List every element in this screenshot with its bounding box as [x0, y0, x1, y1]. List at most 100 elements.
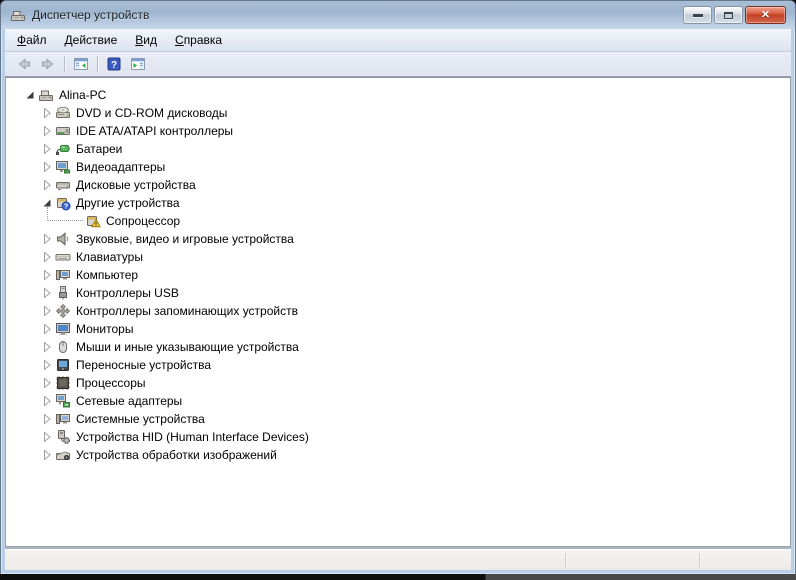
collapsed-expander-icon[interactable] — [39, 285, 55, 301]
toolbar-help-button[interactable]: ? — [102, 53, 126, 75]
collapsed-expander-icon[interactable] — [39, 159, 55, 175]
tree-item-label: Видеоадаптеры — [76, 160, 166, 174]
portable-device-icon — [55, 357, 71, 373]
back-icon — [16, 56, 32, 72]
collapsed-expander-icon[interactable] — [39, 447, 55, 463]
window-title: Диспетчер устройств — [32, 8, 150, 22]
processor-icon — [55, 375, 71, 391]
mouse-icon — [55, 339, 71, 355]
tree-item-network-adapters[interactable]: Сетевые адаптеры — [6, 392, 790, 410]
collapsed-expander-icon[interactable] — [39, 267, 55, 283]
toolbar-separator — [64, 56, 65, 72]
tree-item-keyboards[interactable]: Клавиатуры — [6, 248, 790, 266]
speaker-icon — [55, 231, 71, 247]
tree-item-label: Контроллеры USB — [76, 286, 179, 300]
toolbar-action-pane-button[interactable] — [126, 53, 150, 75]
tree-item-alina-pc[interactable]: Alina-PC — [6, 86, 790, 104]
warning-device-icon — [85, 213, 101, 229]
menu-item-file[interactable]: Файл — [8, 29, 56, 51]
hid-device-icon — [55, 429, 71, 445]
close-button[interactable]: ✕ — [745, 6, 786, 24]
tree-item-label: Устройства обработки изображений — [76, 448, 277, 462]
battery-icon — [55, 141, 71, 157]
tree-item-ide-ata-atapi[interactable]: IDE ATA/ATAPI контроллеры — [6, 122, 790, 140]
tree-item-portable-devices[interactable]: Переносные устройства — [6, 356, 790, 374]
tree-item-imaging-devices[interactable]: Устройства обработки изображений — [6, 446, 790, 464]
menu-item-action[interactable]: Действие — [56, 29, 127, 51]
tree-item-label: Сопроцессор — [106, 214, 181, 228]
display-adapter-icon — [55, 159, 71, 175]
title-bar[interactable]: Диспетчер устройств ✕ — [1, 1, 795, 29]
tree-item-mice[interactable]: Мыши и иные указывающие устройства — [6, 338, 790, 356]
tree-item-label: Мониторы — [76, 322, 134, 336]
collapsed-expander-icon[interactable] — [39, 321, 55, 337]
tree-item-label: Alina-PC — [59, 88, 107, 102]
toolbar-back-button[interactable] — [12, 53, 36, 75]
tree-item-sound-video-game[interactable]: Звуковые, видео и игровые устройства — [6, 230, 790, 248]
tree-item-label: Процессоры — [76, 376, 146, 390]
device-tree: Alina-PC DVD и CD-ROM дисководы IDE ATA/AT… — [5, 77, 791, 547]
collapsed-expander-icon[interactable] — [39, 123, 55, 139]
tree-item-label: IDE ATA/ATAPI контроллеры — [76, 124, 234, 138]
menu-item-view[interactable]: Вид — [126, 29, 166, 51]
keyboard-icon — [55, 249, 71, 265]
toolbar-separator — [97, 56, 98, 72]
device-manager-window: Диспетчер устройств ✕ Файл Действие Вид Спр… — [0, 0, 796, 575]
collapsed-expander-icon[interactable] — [39, 375, 55, 391]
imaging-device-icon — [55, 447, 71, 463]
usb-icon — [55, 285, 71, 301]
monitor-icon — [55, 321, 71, 337]
collapsed-expander-icon[interactable] — [39, 231, 55, 247]
tree-connector — [39, 207, 85, 230]
forward-icon — [40, 56, 56, 72]
collapsed-expander-icon[interactable] — [39, 303, 55, 319]
minimize-icon — [692, 13, 703, 17]
collapsed-expander-icon[interactable] — [39, 357, 55, 373]
collapsed-expander-icon[interactable] — [39, 429, 55, 445]
tree-item-hid-devices[interactable]: Устройства HID (Human Interface Devices) — [6, 428, 790, 446]
tree-item-coprocessor[interactable]: Сопроцессор — [6, 207, 790, 230]
tree-item-computer[interactable]: Компьютер — [6, 266, 790, 284]
tree-item-system-devices[interactable]: Системные устройства — [6, 410, 790, 428]
tree-item-label: Дисковые устройства — [76, 178, 196, 192]
tree-item-label: Клавиатуры — [76, 250, 143, 264]
menu-bar: Файл Действие Вид Справка — [5, 29, 791, 52]
tree-item-video-adapters[interactable]: Видеоадаптеры — [6, 158, 790, 176]
pc-icon — [55, 267, 71, 283]
collapsed-expander-icon[interactable] — [39, 411, 55, 427]
menu-item-help[interactable]: Справка — [166, 29, 231, 51]
expanded-expander-icon[interactable] — [22, 87, 38, 103]
help-icon: ? — [106, 56, 122, 72]
screen: Диспетчер устройств ✕ Файл Действие Вид Спр… — [0, 0, 796, 580]
collapsed-expander-icon[interactable] — [39, 141, 55, 157]
tree-item-other-devices[interactable]: ? Другие устройства — [6, 194, 790, 212]
tree-item-disk-drives[interactable]: Дисковые устройства — [6, 176, 790, 194]
tree-item-dvd-cd-rom[interactable]: DVD и CD-ROM дисководы — [6, 104, 790, 122]
tree-item-label: DVD и CD-ROM дисководы — [76, 106, 228, 120]
window-controls: ✕ — [683, 6, 786, 24]
tree-item-batteries[interactable]: Батареи — [6, 140, 790, 158]
tree-item-label: Компьютер — [76, 268, 139, 282]
toolbar-console-tree-button[interactable] — [69, 53, 93, 75]
tree-item-processors[interactable]: Процессоры — [6, 374, 790, 392]
tree-item-monitors[interactable]: Мониторы — [6, 320, 790, 338]
status-bar — [5, 549, 791, 570]
collapsed-expander-icon[interactable] — [39, 249, 55, 265]
tree-item-label: Контроллеры запоминающих устройств — [76, 304, 298, 318]
tree-item-label: Батареи — [76, 142, 123, 156]
storage-controller-icon — [55, 303, 71, 319]
maximize-button[interactable] — [714, 6, 743, 24]
collapsed-expander-icon[interactable] — [39, 177, 55, 193]
minimize-button[interactable] — [683, 6, 712, 24]
tree-item-usb-controllers[interactable]: Контроллеры USB — [6, 284, 790, 302]
collapsed-expander-icon[interactable] — [39, 105, 55, 121]
client-area: Файл Действие Вид Справка ? Alina-PC DVD и C… — [5, 29, 791, 570]
tree-item-storage-controllers[interactable]: Контроллеры запоминающих устройств — [6, 302, 790, 320]
tree-item-label: Другие устройства — [76, 196, 180, 210]
status-pane-divider — [699, 553, 700, 567]
device-manager-icon — [10, 7, 26, 23]
collapsed-expander-icon[interactable] — [39, 339, 55, 355]
collapsed-expander-icon[interactable] — [39, 393, 55, 409]
tree-item-label: Устройства HID (Human Interface Devices) — [76, 430, 309, 444]
toolbar-forward-button[interactable] — [36, 53, 60, 75]
